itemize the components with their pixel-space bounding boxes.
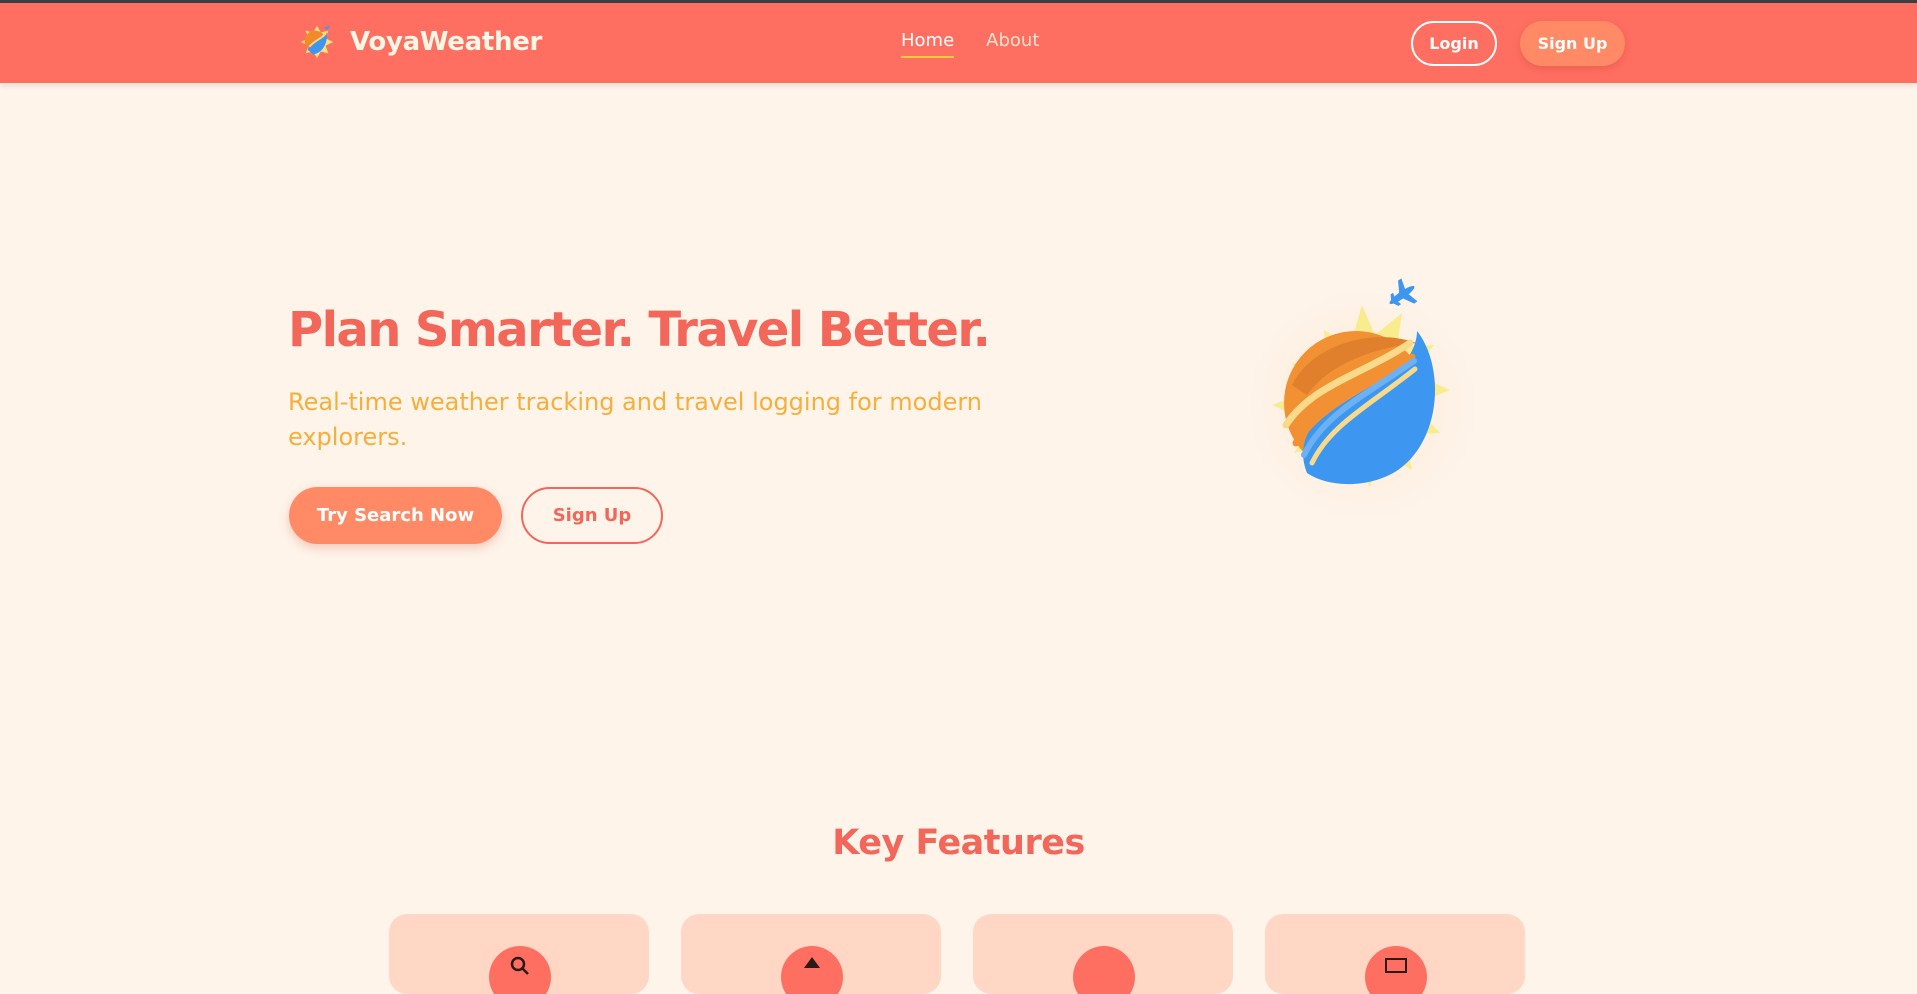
brand-logo-icon: [300, 25, 334, 59]
navbar: VoyaWeather Home About Login Sign Up: [0, 3, 1917, 83]
feature-icon-badge: [1365, 946, 1427, 994]
features-title: Key Features: [832, 823, 1085, 863]
hero-subtitle: Real-time weather tracking and travel lo…: [288, 388, 982, 451]
hero-title: Plan Smarter. Travel Better.: [288, 302, 991, 358]
feature-card-favorites: [973, 914, 1233, 994]
feature-icon-badge: [489, 946, 551, 994]
try-search-button[interactable]: Try Search Now: [289, 487, 502, 544]
main-nav: Home About: [901, 30, 1039, 58]
hero-globe-illustration: [1222, 265, 1502, 545]
feature-card-upload: [681, 914, 941, 994]
brand[interactable]: VoyaWeather: [298, 23, 542, 61]
brand-name: VoyaWeather: [350, 27, 543, 57]
login-button[interactable]: Login: [1411, 21, 1497, 66]
monitor-icon: [1385, 958, 1407, 973]
signup-button-hero[interactable]: Sign Up: [521, 487, 663, 544]
feature-card-search: [389, 914, 649, 994]
heart-icon: [1096, 960, 1112, 974]
feature-card-dashboard: [1265, 914, 1525, 994]
signup-button-nav[interactable]: Sign Up: [1520, 21, 1625, 66]
feature-icon-badge: [1073, 946, 1135, 994]
arrow-up-icon: [804, 957, 820, 968]
nav-link-about[interactable]: About: [986, 30, 1039, 58]
nav-link-home[interactable]: Home: [901, 30, 955, 58]
search-icon: [510, 956, 529, 975]
feature-icon-badge: [781, 946, 843, 994]
